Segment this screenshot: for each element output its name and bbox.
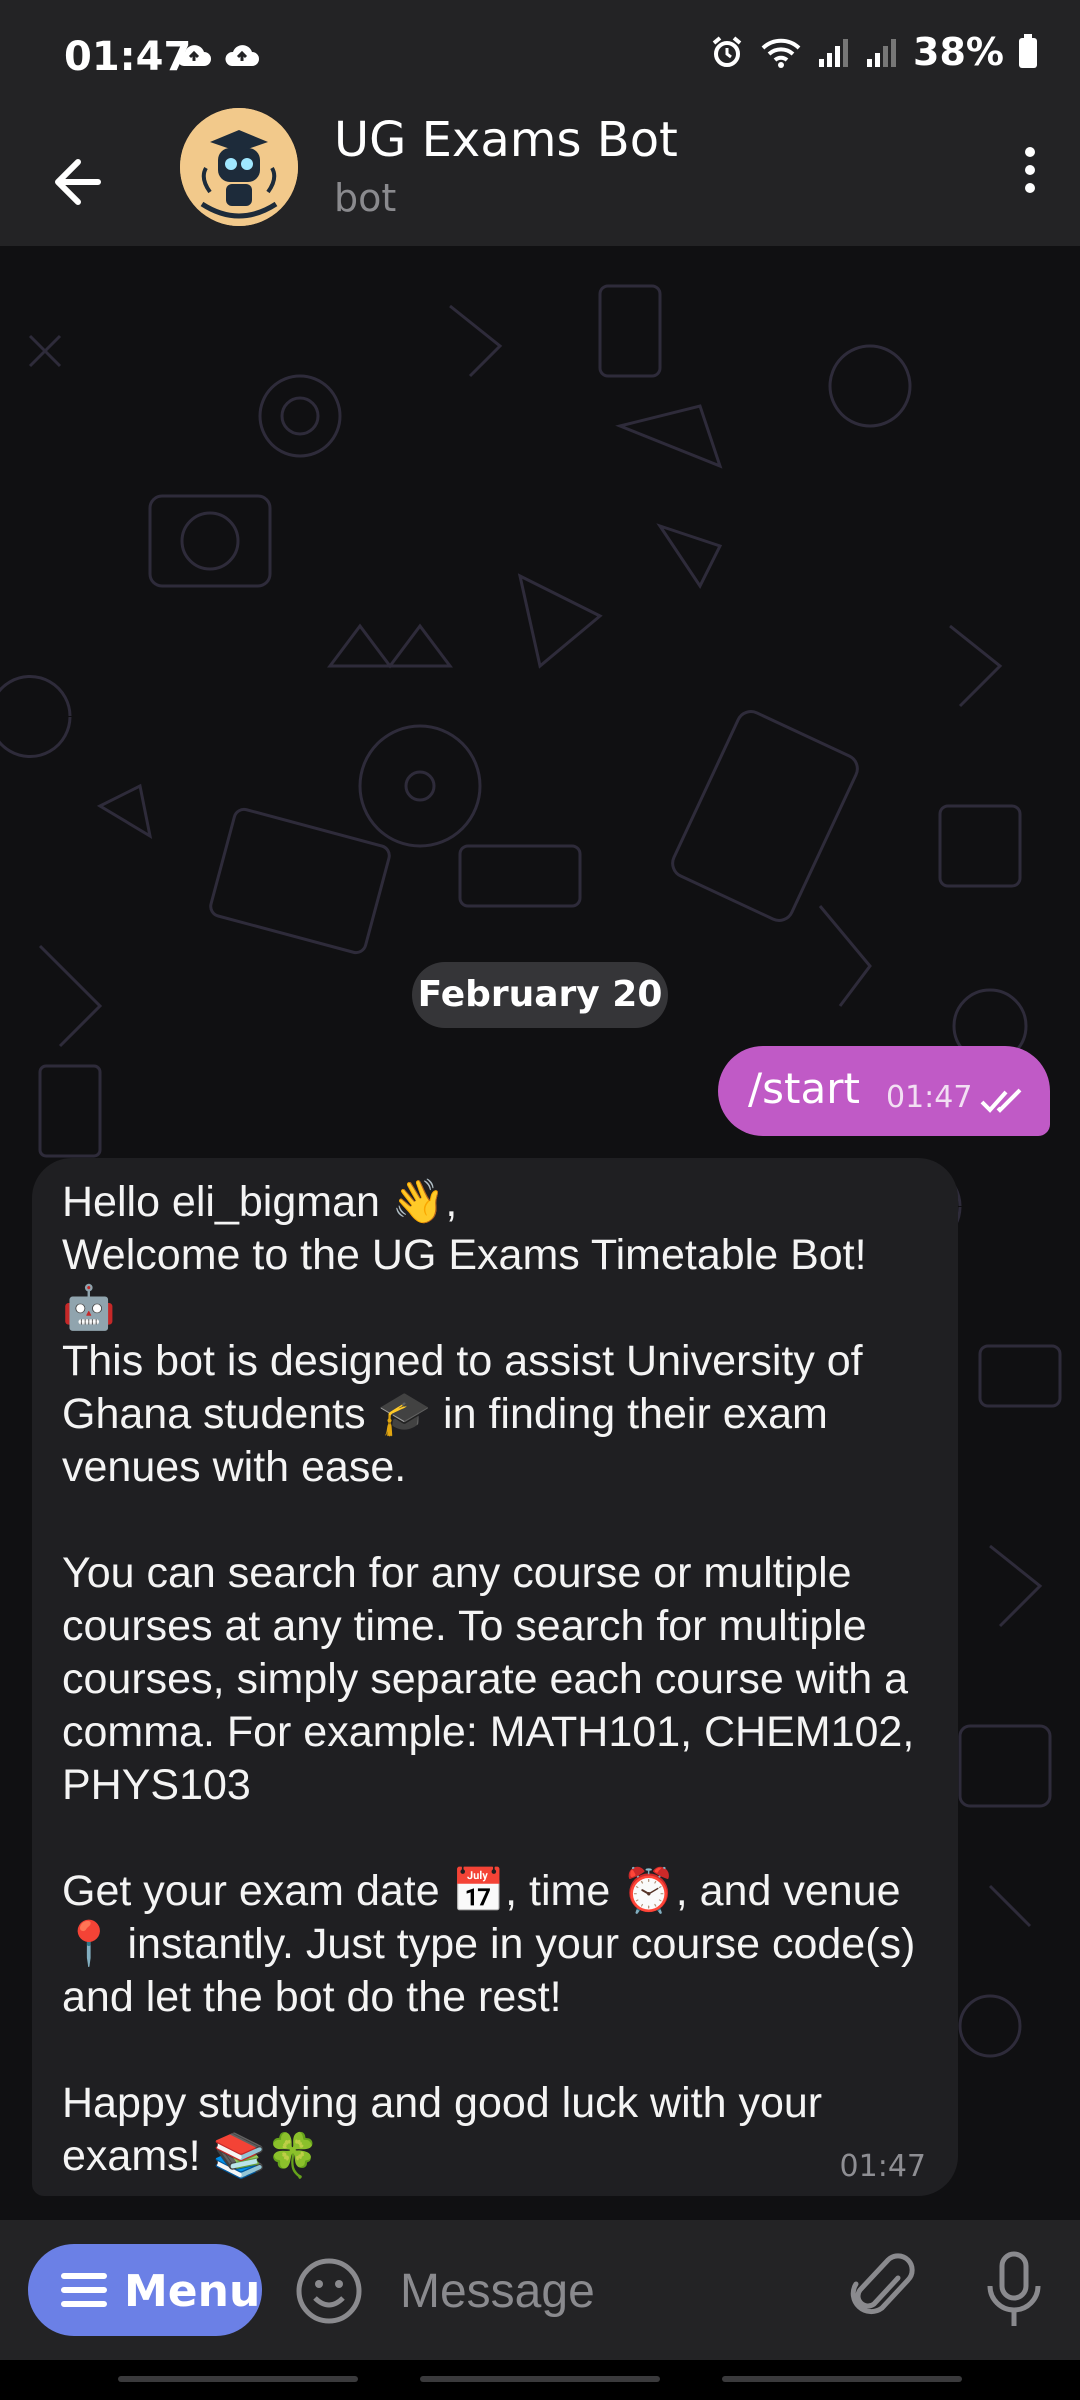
more-vert-icon[interactable] bbox=[1010, 140, 1050, 200]
bot-avatar[interactable] bbox=[180, 108, 298, 226]
battery-percent: 38% bbox=[913, 30, 1004, 74]
double-check-icon bbox=[980, 1088, 1022, 1113]
mic-icon[interactable] bbox=[982, 2248, 1046, 2332]
outgoing-message[interactable]: /start 01:47 bbox=[718, 1046, 1050, 1136]
wifi-icon bbox=[761, 38, 801, 68]
alarm-icon bbox=[712, 36, 742, 67]
message-composer: Menu bbox=[0, 2220, 1080, 2360]
nav-home[interactable] bbox=[420, 2376, 660, 2382]
menu-button-label: Menu bbox=[124, 2266, 261, 2317]
outgoing-message-time: 01:47 bbox=[886, 1080, 973, 1115]
status-bar: 01:47 38% bbox=[0, 0, 1080, 122]
cloud-upload-icon bbox=[177, 45, 211, 66]
emoji-icon[interactable] bbox=[294, 2256, 364, 2326]
system-nav-bar bbox=[0, 2360, 1080, 2400]
nav-back[interactable] bbox=[722, 2376, 962, 2382]
status-time: 01:47 bbox=[64, 34, 192, 80]
robot-graduate-icon bbox=[180, 108, 298, 226]
incoming-message-time: 01:47 bbox=[839, 2149, 926, 2184]
message-input[interactable] bbox=[398, 2250, 822, 2332]
signal-icon bbox=[867, 39, 897, 67]
attach-icon[interactable] bbox=[848, 2248, 918, 2332]
status-right-icons: 38% bbox=[709, 30, 1038, 74]
menu-button[interactable]: Menu bbox=[28, 2244, 262, 2336]
signal-icon bbox=[819, 39, 849, 67]
status-left-icons bbox=[176, 40, 260, 70]
chat-title[interactable]: UG Exams Bot bbox=[334, 112, 678, 168]
battery-icon bbox=[1019, 34, 1037, 68]
chat-subtitle: bot bbox=[334, 176, 397, 220]
chat-area[interactable]: February 20 /start 01:47 Hello eli_bigma… bbox=[0, 246, 1080, 2220]
cloud-upload-icon bbox=[225, 45, 259, 66]
menu-lines-icon bbox=[61, 2273, 107, 2307]
incoming-message-text: Hello eli_bigman 👋, Welcome to the UG Ex… bbox=[62, 1178, 916, 2180]
outgoing-message-text: /start bbox=[748, 1064, 860, 1113]
back-arrow-icon[interactable] bbox=[50, 142, 110, 222]
incoming-message[interactable]: Hello eli_bigman 👋, Welcome to the UG Ex… bbox=[32, 1158, 958, 2196]
nav-recents[interactable] bbox=[118, 2376, 358, 2382]
date-separator: February 20 bbox=[412, 962, 668, 1028]
